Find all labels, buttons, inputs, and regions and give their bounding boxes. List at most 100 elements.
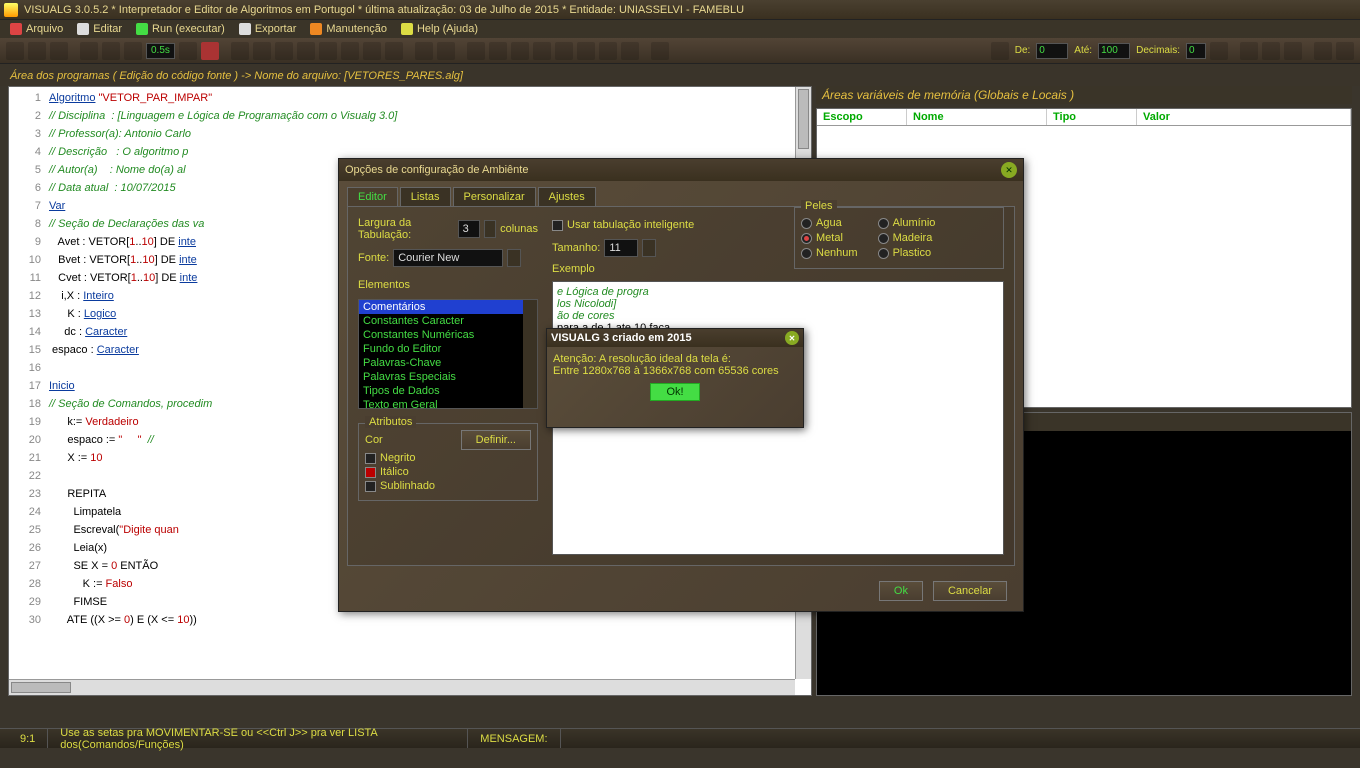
tb-print[interactable] xyxy=(102,42,120,60)
tb-t3[interactable] xyxy=(275,42,293,60)
col-escopo[interactable]: Escopo xyxy=(817,109,907,125)
negrito-check[interactable]: Negrito xyxy=(365,452,531,464)
tb-new[interactable] xyxy=(6,42,24,60)
alert-ok-button[interactable]: Ok! xyxy=(650,383,700,401)
tb-t7[interactable] xyxy=(437,42,455,60)
menu-arquivo[interactable]: Arquivo xyxy=(4,22,69,36)
timer-field[interactable]: 0.5s xyxy=(146,43,175,59)
font-field[interactable] xyxy=(393,249,503,267)
size-spin[interactable] xyxy=(642,239,656,257)
tb-r4[interactable] xyxy=(1314,42,1332,60)
cursor-pos: 9:1 xyxy=(8,729,48,748)
tab-editor[interactable]: Editor xyxy=(347,187,398,206)
alert-titlebar[interactable]: VISUALG 3 criado em 2015 ✕ xyxy=(547,329,803,347)
skin-plastico[interactable]: Plastico xyxy=(878,247,936,259)
tab-ajustes[interactable]: Ajustes xyxy=(538,187,596,206)
tb-t13[interactable] xyxy=(577,42,595,60)
dec-field[interactable] xyxy=(1186,43,1206,59)
tb-t5[interactable] xyxy=(385,42,403,60)
tb-r2[interactable] xyxy=(1262,42,1280,60)
tb-r1[interactable] xyxy=(1240,42,1258,60)
skin-alumínio[interactable]: Alumínio xyxy=(878,217,936,229)
tb-t8[interactable] xyxy=(467,42,485,60)
tb-t9[interactable] xyxy=(489,42,507,60)
col-valor[interactable]: Valor xyxy=(1137,109,1351,125)
tb-page[interactable] xyxy=(80,42,98,60)
element-item[interactable]: Constantes Numéricas xyxy=(359,328,537,342)
tb-t2[interactable] xyxy=(253,42,271,60)
menu-manutencao[interactable]: Manutenção xyxy=(304,22,393,36)
ate-field[interactable] xyxy=(1098,43,1130,59)
element-item[interactable]: Comentários xyxy=(359,300,537,314)
menu-run[interactable]: Run (executar) xyxy=(130,22,231,36)
font-spin[interactable] xyxy=(507,249,521,267)
dialog-titlebar[interactable]: Opções de configuração de Ambiênte ✕ xyxy=(339,159,1023,181)
col-nome[interactable]: Nome xyxy=(907,109,1047,125)
col-tipo[interactable]: Tipo xyxy=(1047,109,1137,125)
tab-personalizar[interactable]: Personalizar xyxy=(453,187,536,206)
tb-t4[interactable] xyxy=(363,42,381,60)
code-line[interactable]: 2// Disciplina : [Linguagem e Lógica de … xyxy=(9,107,811,125)
tb-t10[interactable] xyxy=(511,42,529,60)
skin-metal[interactable]: Metal xyxy=(801,232,858,244)
dialog-title: Opções de configuração de Ambiênte xyxy=(345,164,528,176)
dialog-close-icon[interactable]: ✕ xyxy=(1001,162,1017,178)
code-line[interactable]: 3// Professor(a): Antonio Carlo xyxy=(9,125,811,143)
alert-line1: Atenção: A resolução ideal da tela é: xyxy=(553,353,797,365)
size-field[interactable] xyxy=(604,239,638,257)
tb-r3[interactable] xyxy=(1284,42,1302,60)
tb-t15[interactable] xyxy=(621,42,639,60)
tb-stop[interactable] xyxy=(201,42,219,60)
sublinhado-check[interactable]: Sublinhado xyxy=(365,480,531,492)
tb-t6[interactable] xyxy=(415,42,433,60)
tb-paste[interactable] xyxy=(341,42,359,60)
editor-hscroll[interactable] xyxy=(9,679,795,695)
tb-t11[interactable] xyxy=(533,42,551,60)
alert-close-icon[interactable]: ✕ xyxy=(785,331,799,345)
definir-button[interactable]: Definir... xyxy=(461,430,531,450)
menu-exportar[interactable]: Exportar xyxy=(233,22,303,36)
tabwidth-field[interactable] xyxy=(458,220,480,238)
dialog-ok-button[interactable]: Ok xyxy=(879,581,923,601)
tb-arrow[interactable] xyxy=(179,42,197,60)
skin-nenhum[interactable]: Nenhum xyxy=(801,247,858,259)
dialog-cancel-button[interactable]: Cancelar xyxy=(933,581,1007,601)
tb-t14[interactable] xyxy=(599,42,617,60)
app-icon xyxy=(4,3,18,17)
tb-r5[interactable] xyxy=(1336,42,1354,60)
code-line[interactable]: 30 ATE ((X >= 0) E (X <= 10)) xyxy=(9,611,811,629)
element-item[interactable]: Palavras-Chave xyxy=(359,356,537,370)
tab-listas[interactable]: Listas xyxy=(400,187,451,206)
elements-listbox[interactable]: ComentáriosConstantes CaracterConstantes… xyxy=(358,299,538,409)
tb-t16[interactable] xyxy=(651,42,669,60)
tabwidth-spin[interactable] xyxy=(484,220,497,238)
tb-t12[interactable] xyxy=(555,42,573,60)
element-item[interactable]: Palavras Especiais xyxy=(359,370,537,384)
tb-save[interactable] xyxy=(50,42,68,60)
element-item[interactable]: Fundo do Editor xyxy=(359,342,537,356)
menu-help[interactable]: Help (Ajuda) xyxy=(395,22,484,36)
smarttab-check[interactable]: Usar tabulação inteligente xyxy=(552,219,694,231)
element-item[interactable]: Tipos de Dados xyxy=(359,384,537,398)
menu-editar[interactable]: Editar xyxy=(71,22,128,36)
tb-spin[interactable] xyxy=(1210,42,1228,60)
tb-open[interactable] xyxy=(28,42,46,60)
code-line[interactable]: 1Algoritmo "VETOR_PAR_IMPAR" xyxy=(9,89,811,107)
italico-check[interactable]: Itálico xyxy=(365,466,531,478)
program-area-title: Área dos programas ( Edição do código fo… xyxy=(0,64,1360,86)
vars-title: Áreas variáveis de memória (Globais e Lo… xyxy=(816,86,1352,104)
list-scroll[interactable] xyxy=(523,300,537,408)
element-item[interactable]: Constantes Caracter xyxy=(359,314,537,328)
size-label: Tamanho: xyxy=(552,242,600,254)
alert-dialog: VISUALG 3 criado em 2015 ✕ Atenção: A re… xyxy=(546,328,804,428)
skin-madeira[interactable]: Madeira xyxy=(878,232,936,244)
de-field[interactable] xyxy=(1036,43,1068,59)
tb-cut[interactable] xyxy=(297,42,315,60)
tb-copy[interactable] xyxy=(319,42,337,60)
toolbar: 0.5s De: Até: Decimais: xyxy=(0,38,1360,64)
tb-wand[interactable] xyxy=(991,42,1009,60)
skin-agua[interactable]: Agua xyxy=(801,217,858,229)
tb-hand[interactable] xyxy=(231,42,249,60)
element-item[interactable]: Texto em Geral xyxy=(359,398,537,409)
tb-clock[interactable] xyxy=(124,42,142,60)
